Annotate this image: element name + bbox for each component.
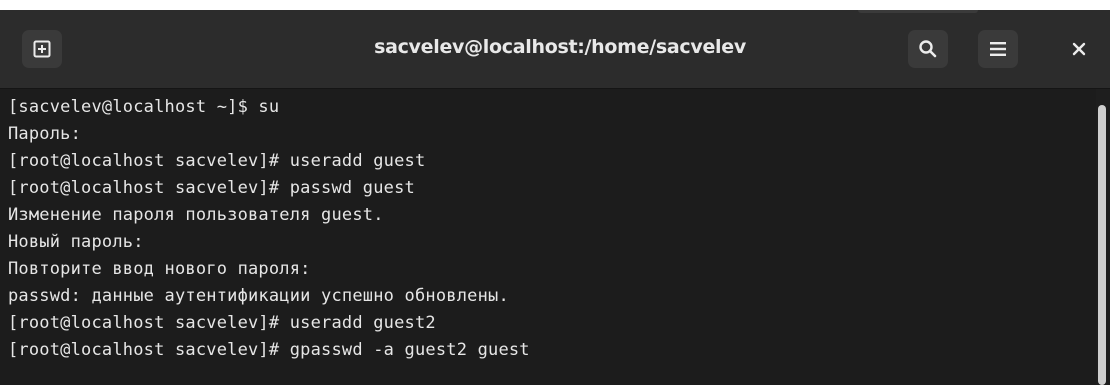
close-icon	[1072, 42, 1086, 56]
hamburger-menu-icon	[989, 41, 1007, 57]
new-tab-button[interactable]	[22, 30, 62, 68]
search-icon	[918, 39, 938, 59]
terminal-line: passwd: данные аутентификации успешно об…	[8, 286, 509, 306]
terminal-line: [root@localhost sacvelev]# useradd guest	[8, 151, 426, 171]
search-button[interactable]	[908, 30, 948, 68]
new-tab-icon	[32, 39, 52, 59]
terminal-line: [sacvelev@localhost ~]$ su	[8, 97, 280, 117]
terminal-line: [root@localhost sacvelev]# gpasswd -a gu…	[8, 340, 530, 360]
title-bar: sacvelev@localhost:/home/sacvelev	[0, 10, 1110, 89]
title-bar-accent	[858, 10, 978, 13]
terminal-output[interactable]: [sacvelev@localhost ~]$ su Пароль: [root…	[0, 89, 1096, 385]
terminal-line: Пароль:	[8, 124, 82, 144]
menu-button[interactable]	[978, 30, 1018, 68]
terminal-line: Новый пароль:	[8, 232, 144, 252]
window-title: sacvelev@localhost:/home/sacvelev	[374, 36, 746, 58]
terminal-window: sacvelev@localhost:/home/sacvelev [sacve…	[0, 10, 1110, 385]
terminal-line: Повторите ввод нового пароля:	[8, 259, 311, 279]
terminal-line: [root@localhost sacvelev]# passwd guest	[8, 178, 415, 198]
terminal-line: [root@localhost sacvelev]# useradd guest…	[8, 313, 436, 333]
close-button[interactable]	[1062, 30, 1096, 68]
scrollbar[interactable]	[1098, 105, 1106, 385]
terminal-line: Изменение пароля пользователя guest.	[8, 205, 384, 225]
